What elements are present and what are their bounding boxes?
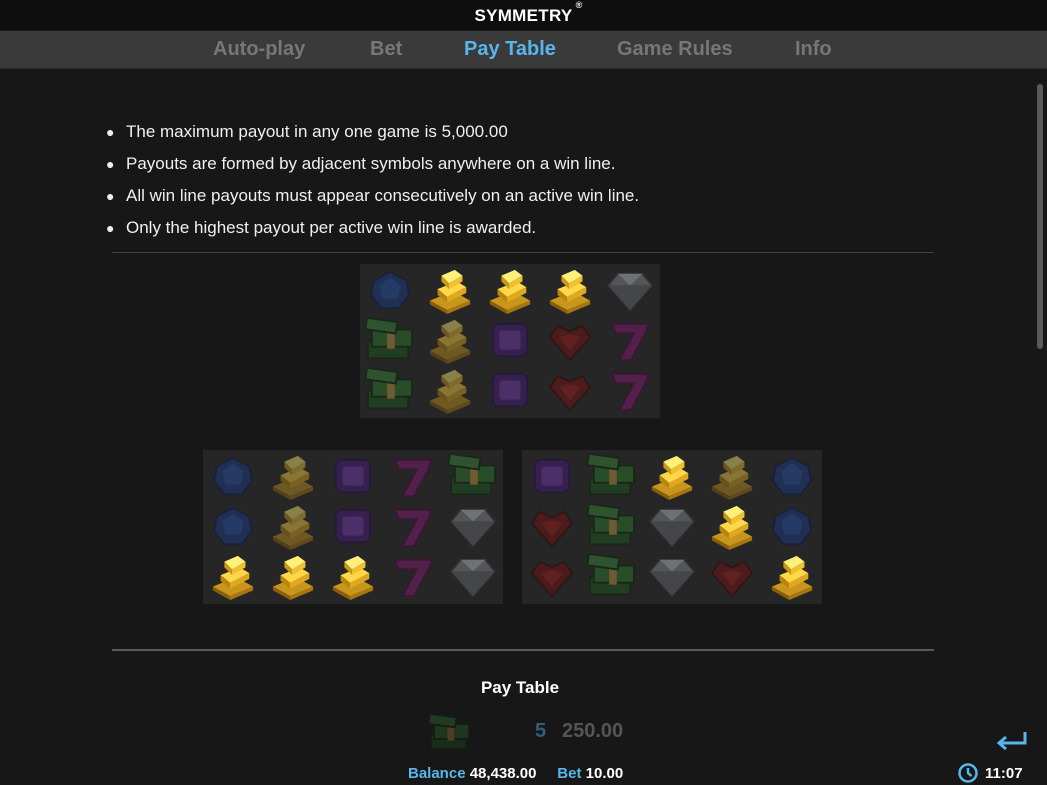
clock-icon	[958, 763, 978, 783]
balance-value: 48,438.00	[469, 765, 537, 782]
gold-icon	[420, 316, 480, 366]
seven-icon	[383, 452, 443, 502]
gold-icon	[480, 266, 540, 316]
game-title: SYMMETRY ®	[474, 0, 583, 25]
gold-icon	[702, 452, 762, 502]
gold-icon	[642, 452, 702, 502]
section-divider	[112, 649, 934, 651]
paytable-value: 250.00	[562, 720, 624, 742]
gold-icon	[323, 552, 383, 602]
tab-bet[interactable]: Bet	[370, 38, 402, 61]
gold-icon	[540, 266, 600, 316]
bet-label: Bet	[557, 765, 582, 782]
title-bar: SYMMETRY ®	[0, 0, 1047, 30]
gold-icon	[263, 552, 323, 602]
ruby-icon	[540, 366, 600, 416]
rule-item: ● Payouts are formed by adjacent symbols …	[104, 152, 639, 184]
gold-icon	[702, 502, 762, 552]
sapphire-icon	[762, 502, 822, 552]
ruby-icon	[522, 552, 582, 602]
seven-icon	[600, 366, 660, 416]
bullet-icon: ●	[106, 124, 115, 140]
cash-icon	[582, 502, 642, 552]
diamond-icon	[642, 552, 702, 602]
cash-icon	[582, 552, 642, 602]
balance-label: Balance	[408, 765, 466, 782]
tab-info[interactable]: Info	[795, 38, 832, 61]
cash-icon	[360, 366, 420, 416]
amethyst-icon	[323, 502, 383, 552]
clock-time: 11:07	[985, 765, 1023, 782]
amethyst-icon	[323, 452, 383, 502]
gold-icon	[420, 266, 480, 316]
gold-icon	[420, 366, 480, 416]
rule-item: ● The maximum payout in any one game is 5…	[104, 120, 639, 152]
scrollbar-thumb[interactable]	[1037, 84, 1043, 349]
sapphire-icon	[203, 452, 263, 502]
rules-list: ● The maximum payout in any one game is 5…	[104, 120, 639, 248]
section-divider	[112, 252, 934, 253]
diamond-icon	[443, 552, 503, 602]
rule-item: ● Only the highest payout per active win …	[104, 216, 639, 248]
cash-icon	[443, 452, 503, 502]
seven-icon	[383, 502, 443, 552]
amethyst-icon	[480, 316, 540, 366]
cash-icon	[360, 316, 420, 366]
diamond-icon	[600, 266, 660, 316]
rule-item: ● All win line payouts must appear consec…	[104, 184, 639, 216]
bet-value: 10.00	[585, 765, 624, 782]
bullet-icon: ●	[106, 156, 115, 172]
bullet-icon: ●	[106, 188, 115, 204]
gold-icon	[203, 552, 263, 602]
sapphire-icon	[762, 452, 822, 502]
example-grid-3	[522, 450, 822, 604]
scrollbar[interactable]	[1036, 82, 1044, 762]
gold-icon	[263, 502, 323, 552]
cash-icon	[582, 452, 642, 502]
ruby-icon	[702, 552, 762, 602]
paytable-count: 5	[535, 720, 547, 742]
sapphire-icon	[360, 266, 420, 316]
diamond-icon	[642, 502, 702, 552]
tab-auto-play[interactable]: Auto-play	[213, 38, 305, 61]
registered-mark: ®	[575, 0, 583, 10]
return-arrow-icon[interactable]	[995, 730, 1029, 752]
gold-icon	[762, 552, 822, 602]
status-bar: Balance 48,438.00 Bet 10.00	[0, 762, 1047, 785]
gold-icon	[263, 452, 323, 502]
example-grid-2	[203, 450, 503, 604]
cash-icon	[410, 712, 490, 759]
ruby-icon	[522, 502, 582, 552]
tab-bar: Auto-play Bet Pay Table Game Rules Info	[0, 31, 1047, 69]
example-grid-1	[360, 264, 660, 418]
seven-icon	[383, 552, 443, 602]
sapphire-icon	[203, 502, 263, 552]
diamond-icon	[443, 502, 503, 552]
paytable-title: Pay Table	[480, 678, 560, 697]
balance-bet-readout: Balance 48,438.00 Bet 10.00	[408, 765, 623, 782]
bullet-icon: ●	[106, 220, 115, 236]
seven-icon	[600, 316, 660, 366]
tab-game-rules[interactable]: Game Rules	[617, 38, 733, 61]
ruby-icon	[540, 316, 600, 366]
tab-pay-table[interactable]: Pay Table	[464, 38, 556, 61]
amethyst-icon	[480, 366, 540, 416]
amethyst-icon	[522, 452, 582, 502]
